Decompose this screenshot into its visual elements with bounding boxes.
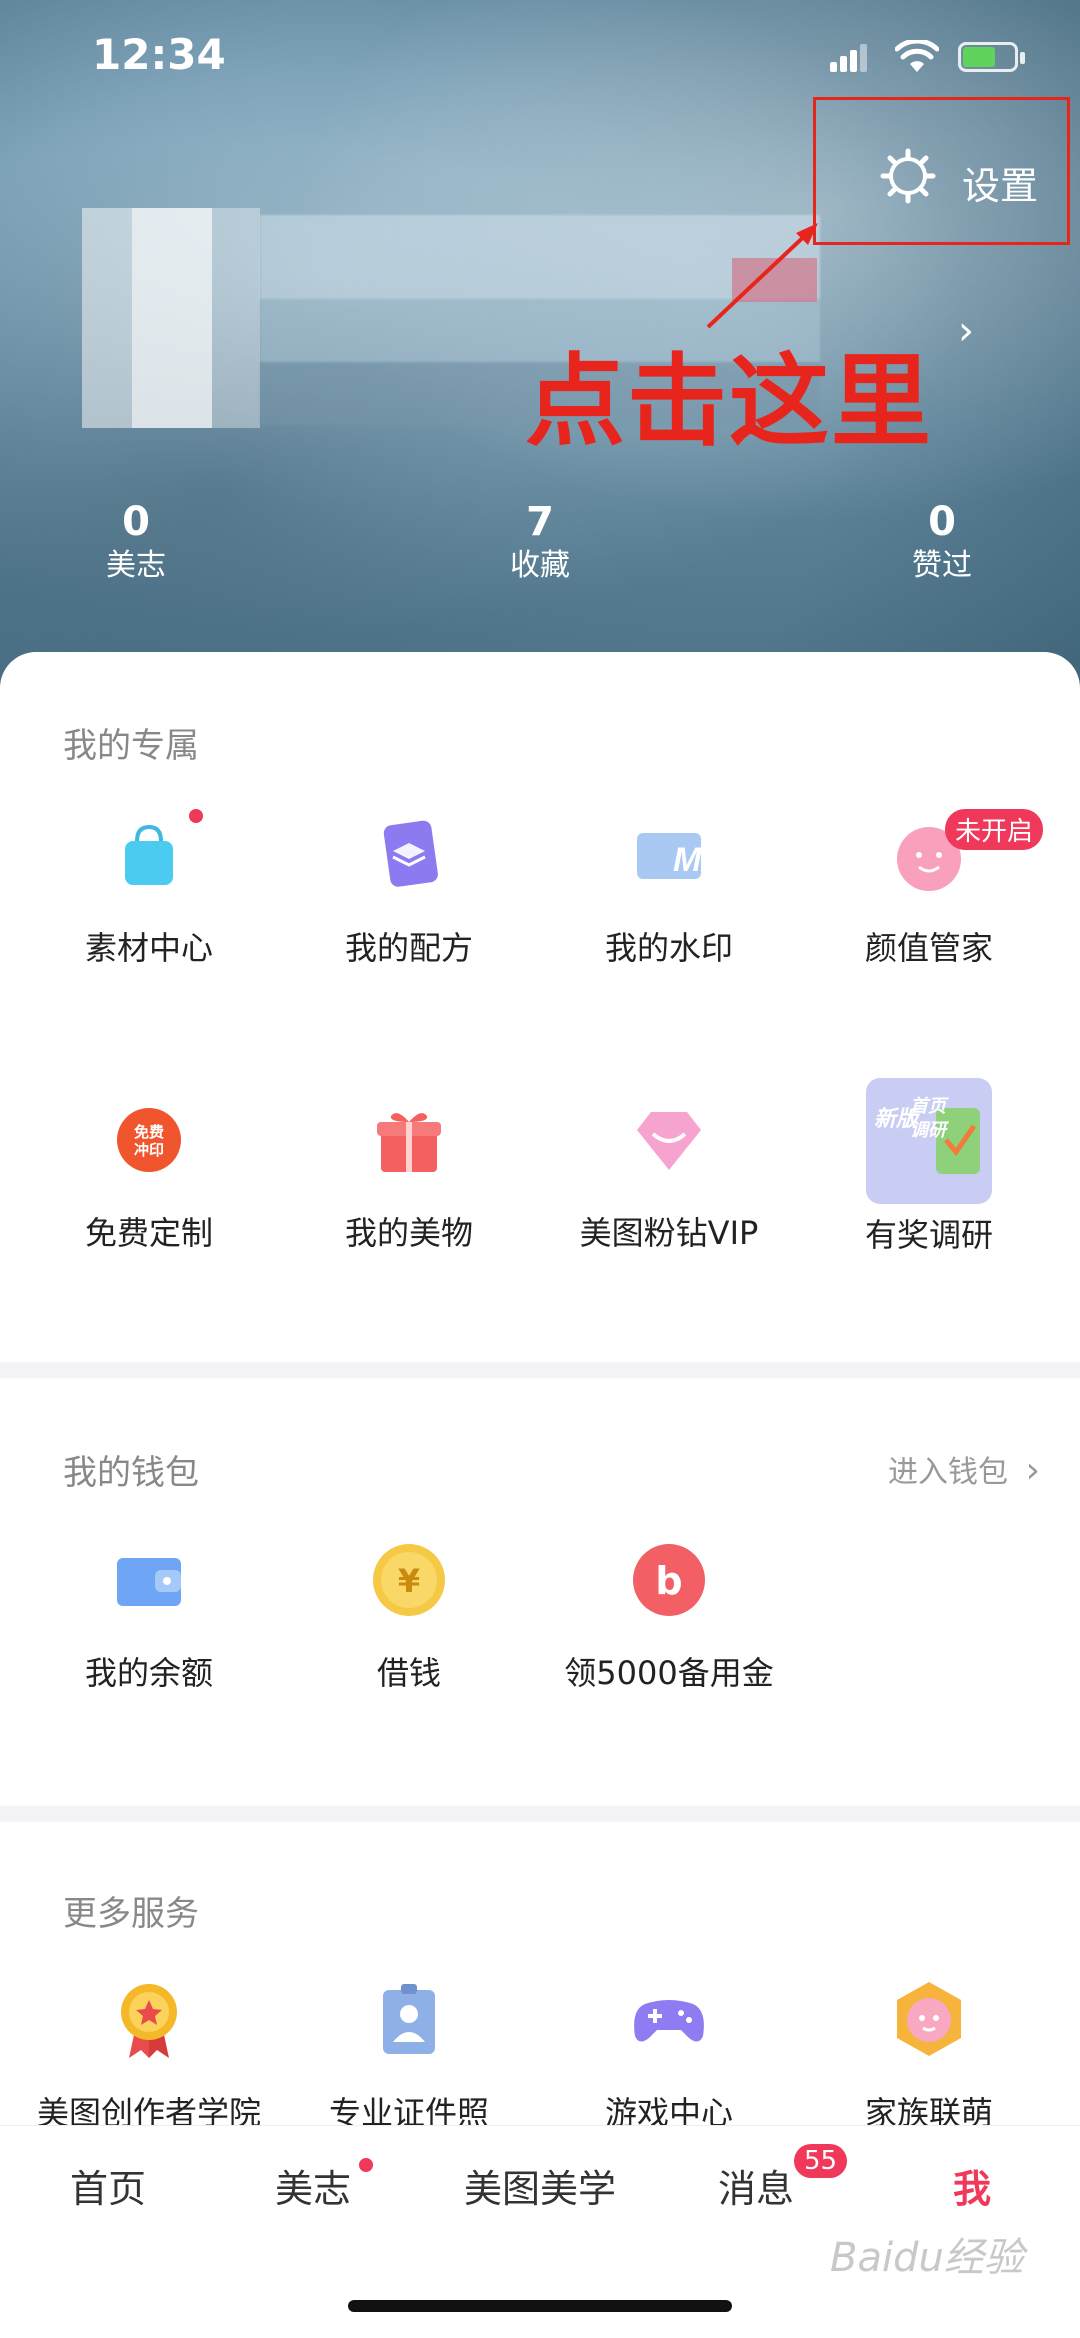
item-label: 颜值管家	[864, 929, 993, 967]
item-label: 免费定制	[84, 1214, 213, 1252]
watermark-icon: M	[629, 815, 709, 895]
wallet-icon	[109, 1540, 189, 1620]
chevron-right-icon[interactable]: ›	[958, 308, 974, 354]
stat-posts[interactable]: 0 美志	[76, 498, 196, 586]
game-center-item[interactable]: 游戏中心	[540, 1980, 798, 2134]
svg-text:b: b	[655, 1559, 682, 1603]
item-label: 美图粉钻VIP	[579, 1214, 759, 1252]
battery-level	[963, 47, 995, 67]
item-label: 素材中心	[84, 929, 213, 967]
svg-text:冲印: 冲印	[134, 1141, 164, 1159]
watermark-text: Baidu经验	[830, 2235, 1024, 2281]
svg-text:M: M	[673, 841, 702, 879]
wifi-icon	[895, 40, 939, 72]
svg-text:¥: ¥	[398, 1562, 420, 1600]
tab-label: 美志	[274, 2167, 351, 2211]
item-label: 有奖调研	[864, 1216, 993, 1254]
annotation-arrow-icon	[706, 223, 818, 329]
my-watermark-item[interactable]: M 我的水印	[540, 815, 798, 969]
section-title: 我的专属	[63, 726, 199, 766]
id-photo-icon	[369, 1980, 449, 2060]
status-time: 12:34	[92, 30, 226, 79]
annotation-text: 点击这里	[525, 343, 933, 460]
stat-value: 0	[928, 499, 956, 545]
stat-favorites[interactable]: 7 收藏	[480, 498, 600, 586]
stat-label: 美志	[106, 548, 166, 583]
stat-label: 收藏	[510, 548, 570, 583]
link-label: 进入钱包	[888, 1455, 1009, 1490]
tab-me[interactable]: 我	[864, 2158, 1080, 2213]
tab-home[interactable]: 首页	[0, 2158, 216, 2213]
free-custom-item[interactable]: 免费 冲印 免费定制	[20, 1100, 278, 1254]
id-photo-item[interactable]: 专业证件照	[280, 1980, 538, 2134]
family-badge-icon	[889, 1980, 969, 2060]
reserve-fund-item[interactable]: b 领5000备用金	[540, 1540, 798, 1694]
chevron-right-icon: ›	[1025, 1450, 1040, 1491]
svg-text:调研: 调研	[910, 1120, 949, 1141]
item-label: 我的水印	[604, 929, 733, 967]
home-indicator	[348, 2300, 732, 2312]
family-alliance-item[interactable]: 家族联萌	[800, 1980, 1058, 2134]
enter-wallet-link[interactable]: 进入钱包 ›	[888, 1447, 1040, 1491]
gift-box-icon	[369, 1100, 449, 1180]
creator-academy-item[interactable]: 美图创作者学院	[20, 1980, 278, 2134]
tab-label: 消息	[717, 2167, 794, 2211]
notification-dot	[359, 2158, 374, 2172]
material-center-item[interactable]: 素材中心	[20, 809, 278, 969]
beauty-manager-item[interactable]: 未开启 颜值管家	[800, 809, 1058, 969]
yuan-coin-icon: ¥	[369, 1540, 449, 1620]
medal-icon	[109, 1980, 189, 2060]
my-goods-item[interactable]: 我的美物	[280, 1100, 538, 1254]
item-label: 我的余额	[84, 1654, 213, 1692]
survey-banner-icon: 新版 首页 调研	[866, 1078, 992, 1204]
borrow-item[interactable]: ¥ 借钱	[280, 1540, 538, 1694]
item-label: 领5000备用金	[564, 1654, 774, 1692]
status-badge: 未开启	[945, 809, 1044, 850]
svg-text:免费: 免费	[134, 1123, 164, 1141]
stat-value: 7	[526, 499, 554, 545]
stat-value: 0	[122, 499, 150, 545]
stat-likes[interactable]: 0 赞过	[882, 498, 1002, 586]
item-label: 我的配方	[344, 929, 473, 967]
item-label: 借钱	[376, 1654, 441, 1692]
b-circle-icon: b	[629, 1540, 709, 1620]
cellular-signal-icon	[830, 44, 867, 72]
my-recipes-item[interactable]: 我的配方	[280, 815, 538, 969]
gamepad-icon	[629, 1980, 709, 2060]
settings-button[interactable]: 设置	[962, 155, 1038, 210]
avatar[interactable]	[42, 208, 260, 428]
my-balance-item[interactable]: 我的余额	[20, 1540, 278, 1694]
section-title: 更多服务	[63, 1894, 199, 1934]
tab-messages[interactable]: 消息 55	[648, 2144, 864, 2213]
smiley-face-icon: 未开启	[889, 809, 1044, 895]
message-count-badge: 55	[794, 2144, 848, 2178]
gear-icon[interactable]	[880, 148, 936, 204]
pink-diamond-icon	[629, 1100, 709, 1180]
notification-dot	[189, 809, 203, 823]
survey-item[interactable]: 新版 首页 调研 有奖调研	[800, 1078, 1058, 1256]
free-print-icon: 免费 冲印	[109, 1100, 189, 1180]
section-title: 我的钱包	[63, 1453, 199, 1493]
tab-journal[interactable]: 美志	[216, 2158, 432, 2213]
item-label: 我的美物	[344, 1214, 473, 1252]
svg-text:首页: 首页	[910, 1096, 949, 1117]
shopping-bag-icon	[109, 809, 203, 895]
layers-card-icon	[369, 815, 449, 895]
tab-aesthetics[interactable]: 美图美学	[432, 2158, 648, 2213]
battery-tip	[1020, 52, 1025, 64]
stat-label: 赞过	[912, 548, 972, 583]
pink-diamond-vip-item[interactable]: 美图粉钻VIP	[540, 1100, 798, 1254]
